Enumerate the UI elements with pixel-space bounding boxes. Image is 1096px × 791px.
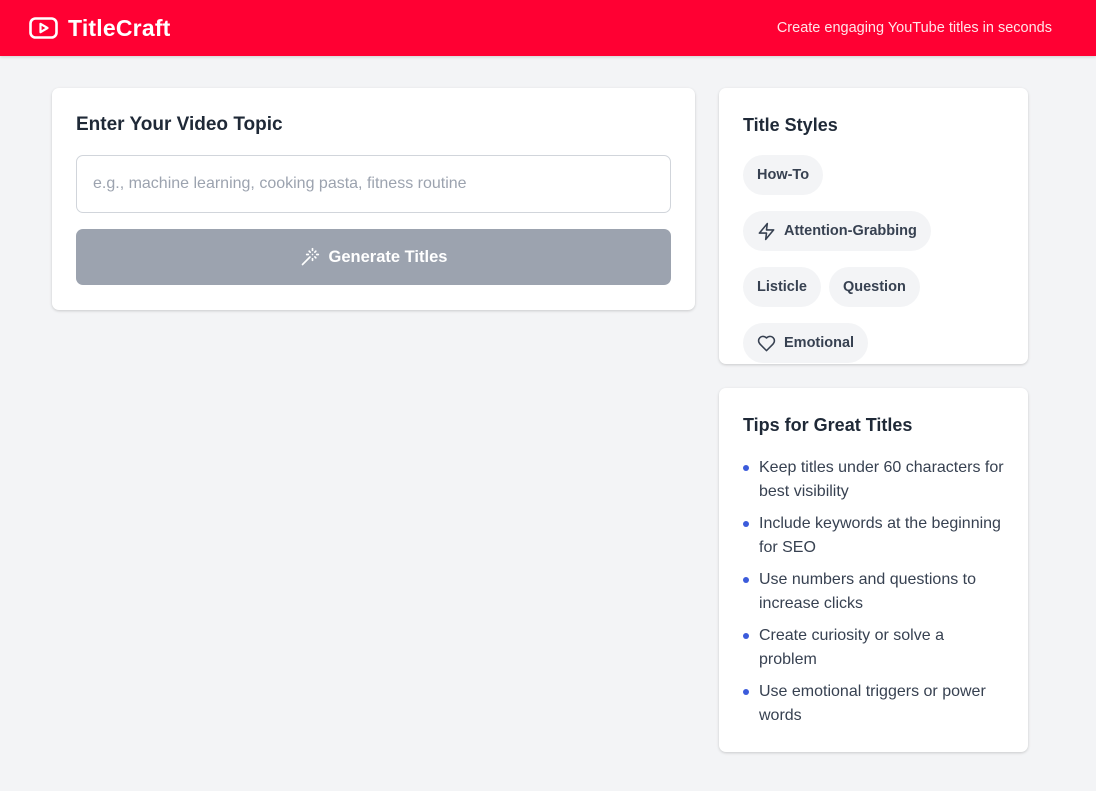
title-styles-heading: Title Styles [743,115,838,135]
magic-wand-icon [300,247,320,267]
lightning-icon [757,222,776,241]
topic-heading: Enter Your Video Topic [76,114,283,135]
list-item: Use emotional triggers or power words [743,680,1004,728]
app-header: TitleCraft Create engaging YouTube title… [0,0,1096,56]
generate-titles-button[interactable]: Generate Titles [76,229,671,285]
bullet-icon [743,633,749,639]
heart-icon [757,334,776,353]
bullet-icon [743,465,749,471]
play-square-icon [29,17,58,39]
tip-text: Use numbers and questions to increase cl… [759,571,977,612]
chip-label: Attention-Grabbing [784,223,917,239]
list-item: Create curiosity or solve a problem [743,624,1004,672]
tip-text: Create curiosity or solve a problem [759,627,944,668]
bullet-icon [743,521,749,527]
generate-titles-label: Generate Titles [328,247,448,266]
tips-list: Keep titles under 60 characters for best… [743,456,1004,728]
style-chips: How-To Attention-Grabbing Listicle Quest… [743,155,1005,363]
chip-label: Listicle [757,279,807,295]
chip-label: Question [842,279,906,295]
bullet-icon [743,689,749,695]
chip-attention-grabbing[interactable]: Attention-Grabbing [743,211,931,251]
chip-emotional[interactable]: Emotional [743,323,869,363]
list-item: Include keywords at the beginning for SE… [743,512,1004,560]
tip-text: Include keywords at the beginning for SE… [759,515,1001,556]
header-tagline: Create engaging YouTube titles in second… [776,20,1052,36]
chip-label: Emotional [784,335,855,351]
chip-label: How-To [757,167,810,183]
topic-input[interactable] [76,155,671,213]
tip-text: Use emotional triggers or power words [759,683,986,724]
topic-card: Enter Your Video Topic Generate Titles [52,88,695,310]
chip-question[interactable]: Question [828,267,920,307]
tips-card: Tips for Great Titles Keep titles under … [719,388,1028,752]
tips-heading: Tips for Great Titles [743,415,913,435]
brand-name: TitleCraft [68,14,171,41]
list-item: Keep titles under 60 characters for best… [743,456,1004,504]
brand[interactable]: TitleCraft [29,15,171,42]
list-item: Use numbers and questions to increase cl… [743,568,1004,616]
tip-text: Keep titles under 60 characters for best… [759,459,1004,500]
chip-listicle[interactable]: Listicle [743,267,821,307]
bullet-icon [743,577,749,583]
chip-how-to[interactable]: How-To [743,155,824,195]
title-styles-card: Title Styles How-To Attention-Grabbing L… [719,88,1028,364]
